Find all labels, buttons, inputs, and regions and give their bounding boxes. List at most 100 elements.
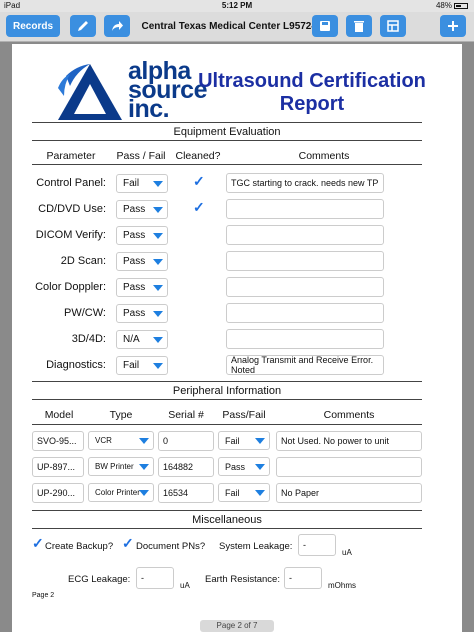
chevron-down-icon xyxy=(255,464,265,470)
misc-header-rule xyxy=(32,528,422,529)
passfail-select[interactable]: Fail xyxy=(116,356,168,375)
col-parameter: Parameter xyxy=(46,150,96,162)
ecg-leakage-field[interactable]: - xyxy=(136,567,174,589)
page-label: Page 2 xyxy=(32,592,55,599)
parameter-label: CD/DVD Use: xyxy=(38,203,106,215)
passfail-value: Pass xyxy=(225,461,246,472)
serial-field[interactable]: 16534 xyxy=(158,483,214,503)
battery-percent: 48% xyxy=(435,1,452,10)
comment-field[interactable] xyxy=(226,199,384,219)
chevron-down-icon xyxy=(153,363,163,369)
pencil-button[interactable] xyxy=(70,15,96,37)
comment-field[interactable]: Analog Transmit and Receive Error. Noted xyxy=(226,355,384,375)
comment-field[interactable] xyxy=(226,329,384,349)
chevron-down-icon xyxy=(153,337,163,343)
comment-field[interactable]: No Paper xyxy=(276,483,422,503)
comment-field[interactable] xyxy=(276,457,422,477)
system-leakage-field[interactable]: - xyxy=(298,534,336,556)
passfail-select[interactable]: Fail xyxy=(218,483,270,502)
serial-field[interactable]: 164882 xyxy=(158,457,214,477)
add-button[interactable] xyxy=(440,15,466,37)
save-button[interactable] xyxy=(312,15,338,37)
document-title: Central Texas Medical Center L957241 xyxy=(141,21,323,32)
passfail-select[interactable]: Pass xyxy=(116,278,168,297)
model-field[interactable]: SVO-95... xyxy=(32,431,84,451)
type-value: BW Printer xyxy=(95,462,134,471)
document-pns-label: Document PNs? xyxy=(136,541,206,552)
type-select[interactable]: VCR xyxy=(88,431,154,450)
passfail-select[interactable]: Pass xyxy=(218,457,270,476)
passfail-select[interactable]: Fail xyxy=(218,431,270,450)
comment-field[interactable]: TGC starting to crack. needs new TP xyxy=(226,173,384,193)
chevron-down-icon xyxy=(255,490,265,496)
report-page: alpha source inc. Ultrasound Certificati… xyxy=(12,44,462,632)
comment-field[interactable] xyxy=(226,277,384,297)
parameter-label: 3D/4D: xyxy=(71,333,106,345)
system-leakage-unit: uA xyxy=(342,548,352,557)
create-backup-checkmark-icon[interactable]: ✓ xyxy=(32,535,44,552)
cleaned-checkmark-icon[interactable]: ✓ xyxy=(193,199,205,216)
type-value: Color Printer xyxy=(95,488,140,497)
passfail-select[interactable]: Pass xyxy=(116,226,168,245)
battery-indicator: 48% xyxy=(436,1,468,10)
layout-icon xyxy=(387,20,399,32)
chevron-down-icon xyxy=(153,181,163,187)
chevron-down-icon xyxy=(153,259,163,265)
records-button[interactable]: Records xyxy=(6,15,60,37)
col-serial: Serial # xyxy=(168,409,204,421)
col-passfail: Pass / Fail xyxy=(116,150,166,162)
create-backup-label: Create Backup? xyxy=(45,541,114,552)
passfail-value: Pass xyxy=(123,282,146,293)
delete-button[interactable] xyxy=(346,15,372,37)
chevron-down-icon xyxy=(139,490,149,496)
system-leakage-label: System Leakage: xyxy=(219,541,293,552)
comment-field[interactable]: Not Used. No power to unit xyxy=(276,431,422,451)
col-comments: Comments xyxy=(298,150,350,162)
type-select[interactable]: BW Printer xyxy=(88,457,154,476)
passfail-select[interactable]: N/A xyxy=(116,330,168,349)
passfail-select[interactable]: Fail xyxy=(116,174,168,193)
parameter-label: Control Panel: xyxy=(36,177,106,189)
passfail-select[interactable]: Pass xyxy=(116,200,168,219)
peripheral-header-rule xyxy=(32,399,422,400)
comment-field[interactable] xyxy=(226,303,384,323)
report-title-line-2: Report xyxy=(279,93,345,115)
earth-resistance-field[interactable]: - xyxy=(284,567,322,589)
company-logo: alpha source inc. xyxy=(56,59,207,122)
page-indicator: Page 2 of 7 xyxy=(200,620,274,632)
toolbar: Records Central Texas Medical Center L95… xyxy=(0,12,474,42)
passfail-value: Fail xyxy=(123,178,140,189)
passfail-select[interactable]: Pass xyxy=(116,252,168,271)
comment-field[interactable] xyxy=(226,225,384,245)
model-field[interactable]: UP-897... xyxy=(32,457,84,477)
parameter-label: 2D Scan: xyxy=(60,255,106,267)
parameter-label: Diagnostics: xyxy=(46,359,106,371)
type-select[interactable]: Color Printer xyxy=(88,483,154,502)
peripheral-heading: Peripheral Information xyxy=(32,381,422,397)
serial-field[interactable]: 0 xyxy=(158,431,214,451)
passfail-value: Pass xyxy=(123,308,146,319)
clock: 5:12 PM xyxy=(221,1,253,10)
layout-button[interactable] xyxy=(380,15,406,37)
logo-mark-icon xyxy=(58,64,122,120)
parameter-label: PW/CW: xyxy=(64,307,106,319)
col-model: Model xyxy=(44,409,74,421)
col-passfail: Pass/Fail xyxy=(222,409,266,421)
col-cleaned: Cleaned? xyxy=(175,150,221,162)
type-value: VCR xyxy=(95,436,112,445)
earth-resistance-label: Earth Resistance: xyxy=(205,574,280,585)
passfail-select[interactable]: Pass xyxy=(116,304,168,323)
report-title: Ultrasound Certification Report xyxy=(187,70,437,116)
document-pns-checkmark-icon[interactable]: ✓ xyxy=(122,535,134,552)
passfail-value: Pass xyxy=(123,230,146,241)
model-field[interactable]: UP-290... xyxy=(32,483,84,503)
passfail-value: Pass xyxy=(123,204,146,215)
comment-field[interactable] xyxy=(226,251,384,271)
earth-resistance-unit: mOhms xyxy=(328,581,356,590)
trash-icon xyxy=(354,21,364,32)
misc-heading: Miscellaneous xyxy=(32,510,422,526)
status-bar: iPad 5:12 PM 48% xyxy=(0,0,474,12)
equipment-heading: Equipment Evaluation xyxy=(32,122,422,138)
passfail-value: Pass xyxy=(123,256,146,267)
cleaned-checkmark-icon[interactable]: ✓ xyxy=(193,173,205,190)
